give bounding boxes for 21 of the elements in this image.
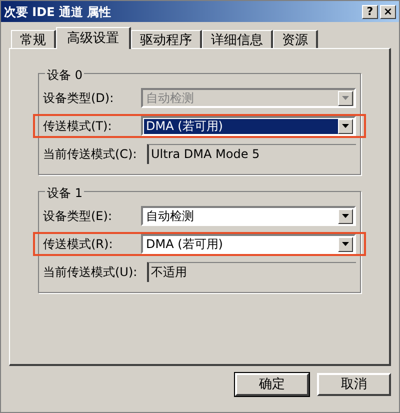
tab[interactable]: 驱动程序 — [131, 30, 202, 48]
tab[interactable]: 资源 — [273, 30, 318, 48]
dropdown[interactable]: DMA (若可用) — [141, 116, 356, 136]
dialog-button[interactable]: 取消 — [317, 373, 391, 396]
title-bar-button[interactable]: × — [380, 4, 396, 18]
tab[interactable]: 常规 — [11, 30, 56, 48]
title-bar-button[interactable]: ? — [362, 4, 378, 18]
field-label: 当前传送模式(C): — [43, 146, 138, 163]
field-label: 当前传送模式(U): — [43, 264, 138, 281]
field-label: 设备类型(E): — [43, 208, 113, 225]
window-title: 次要 IDE 通道 属性 — [4, 4, 112, 20]
readonly-field: 不适用 — [147, 262, 356, 282]
field-label: 传送模式(T): — [43, 118, 113, 135]
dropdown[interactable]: 自动检测 — [141, 206, 356, 226]
readonly-field: Ultra DMA Mode 5 — [147, 144, 356, 164]
dropdown[interactable]: DMA (若可用) — [141, 234, 356, 254]
field-label: 设备类型(D): — [43, 90, 115, 107]
field-label: 传送模式(R): — [43, 236, 114, 253]
tab[interactable]: 高级设置 — [56, 27, 131, 49]
tab[interactable]: 详细信息 — [202, 30, 273, 48]
dialog-button[interactable]: 确定 — [235, 373, 309, 396]
